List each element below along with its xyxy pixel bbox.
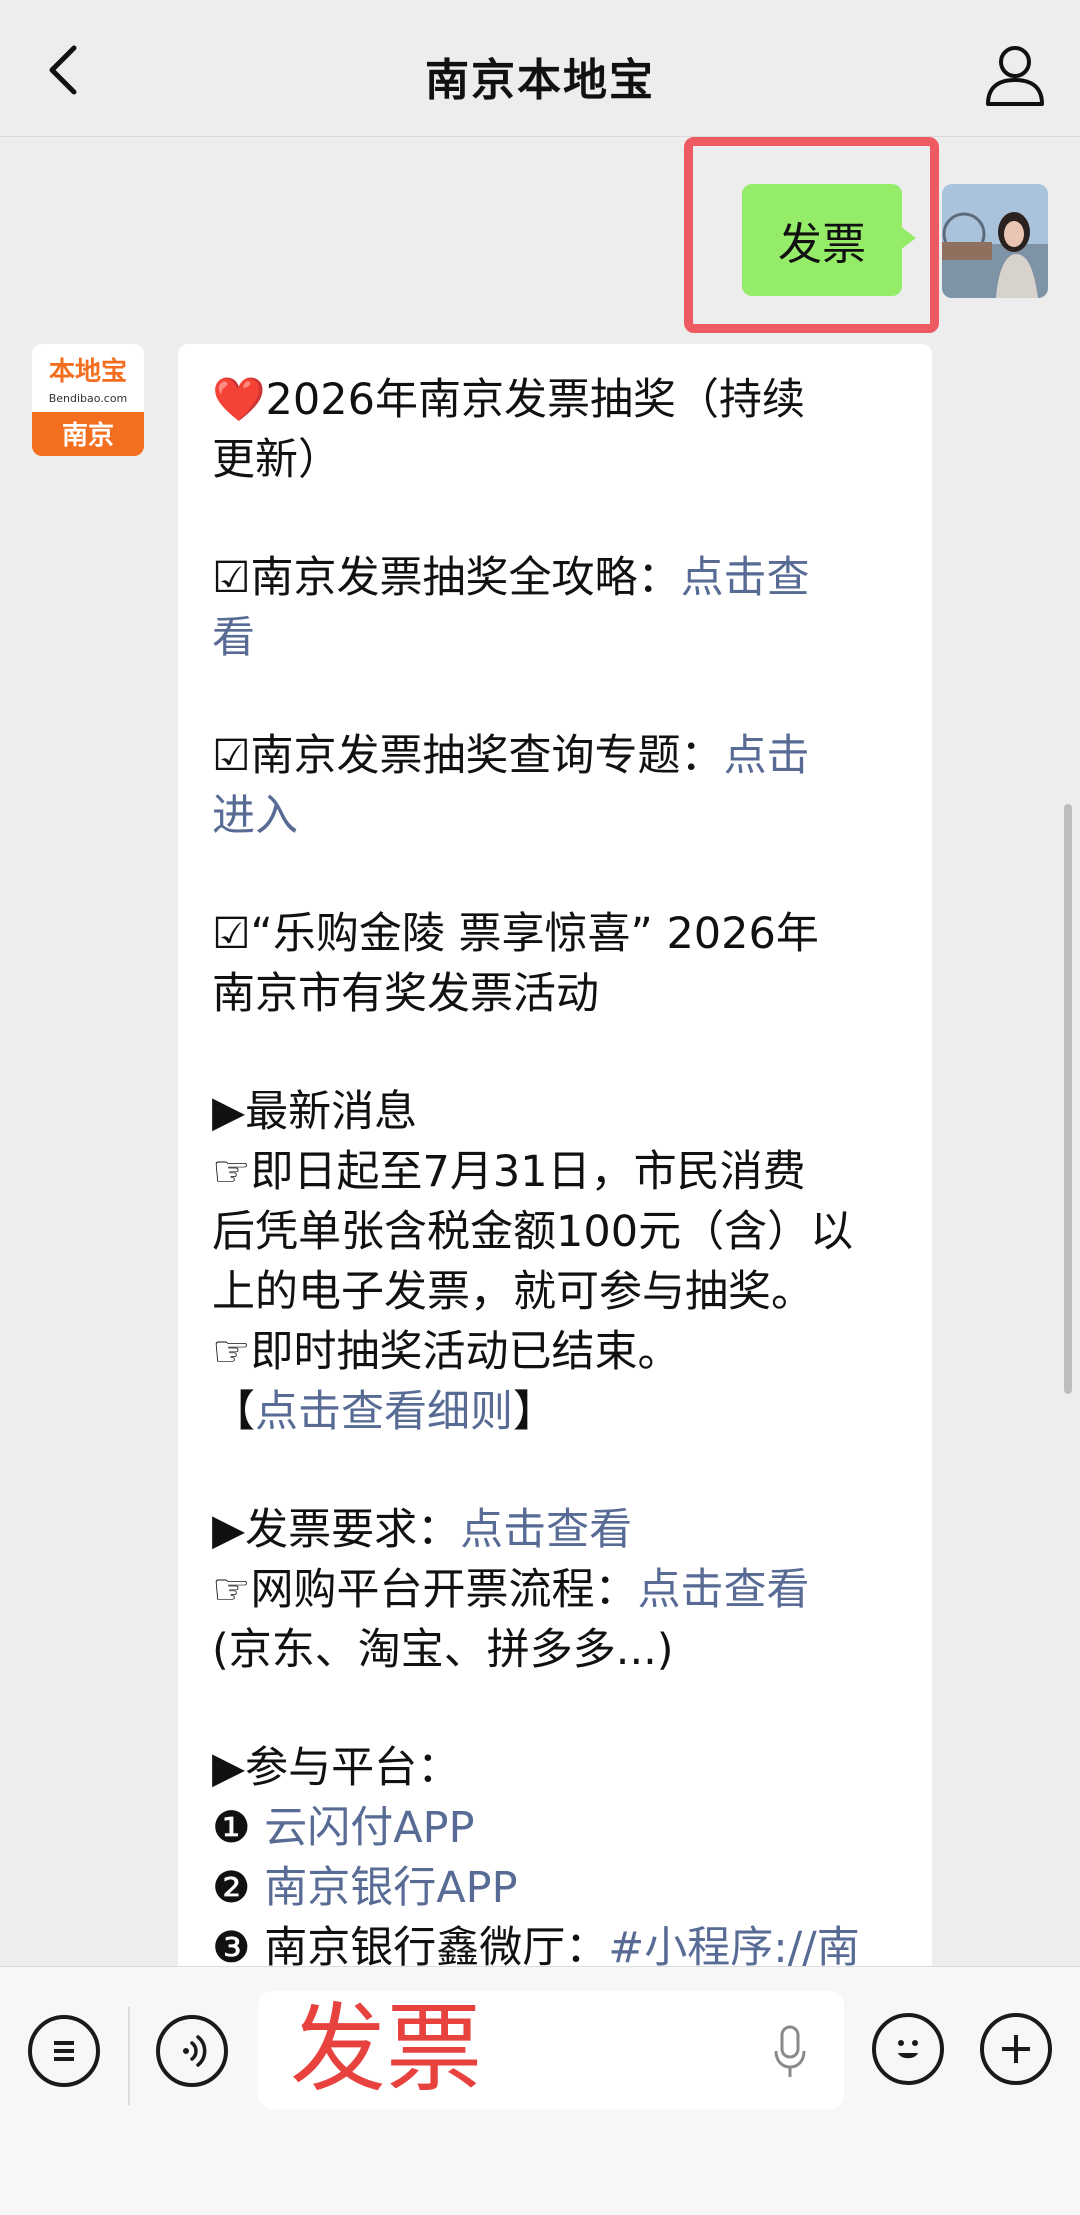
voice-button[interactable]: [156, 2015, 228, 2087]
msg-line: 后凭单张含税金额100元（含）以: [212, 1207, 854, 1257]
emoji-button[interactable]: [872, 2013, 944, 2085]
divider: [128, 2007, 130, 2105]
rules-link[interactable]: 点击查看细则: [255, 1387, 513, 1437]
plus-icon: [1002, 2035, 1030, 2063]
online-invoice-link[interactable]: 点击查看: [638, 1565, 810, 1615]
profile-icon[interactable]: [980, 40, 1050, 110]
requirements-link[interactable]: 点击查看: [460, 1505, 632, 1555]
top-bar: 南京本地宝: [0, 0, 1080, 137]
msg-line: ☑“乐购金陵 票享惊喜” 2026年: [212, 909, 819, 959]
svg-text:本地宝: 本地宝: [49, 356, 127, 387]
msg-line: 更新）: [212, 435, 341, 485]
msg-line: 上的电子发票，就可参与抽奖。: [212, 1267, 814, 1317]
smiley-icon: [898, 2040, 918, 2059]
heart-icon: ❤️: [212, 375, 266, 425]
msg-line: ❤️2026年南京发票抽奖（持续: [212, 375, 805, 425]
msg-line: (京东、淘宝、拼多多...): [212, 1625, 674, 1675]
plus-button[interactable]: [980, 2013, 1052, 2085]
msg-line: ☑南京发票抽奖查询专题：点击: [212, 731, 810, 781]
input-bar: 发票: [0, 1966, 1080, 2215]
msg-line: ▶发票要求：点击查看: [212, 1505, 633, 1555]
bank-app-link[interactable]: 南京银行APP: [264, 1863, 517, 1913]
user-avatar[interactable]: [942, 184, 1048, 298]
msg-line: 南京市有奖发票活动: [212, 969, 599, 1019]
query-link-cont[interactable]: 进入: [212, 786, 898, 846]
guide-link-cont[interactable]: 看: [212, 608, 898, 668]
msg-line: ▶最新消息: [212, 1087, 418, 1137]
msg-line: ☞网购平台开票流程：点击查看: [212, 1565, 810, 1615]
msg-line: ❶ 云闪付APP: [212, 1803, 475, 1853]
user-message-bubble[interactable]: 发票: [742, 184, 916, 296]
input-text: 发票: [290, 1993, 482, 2105]
svg-text:Bendibao.com: Bendibao.com: [49, 392, 128, 405]
msg-line: ❷ 南京银行APP: [212, 1863, 518, 1913]
microphone-icon[interactable]: [772, 2025, 808, 2081]
guide-link[interactable]: 点击查: [681, 553, 810, 603]
unionpay-link[interactable]: 云闪付APP: [264, 1803, 474, 1853]
query-link[interactable]: 点击: [724, 731, 810, 781]
msg-line: ☞即时抽奖活动已结束。: [212, 1327, 681, 1377]
msg-line: ☑南京发票抽奖全攻略：点击查: [212, 553, 810, 603]
voice-wave-icon: [183, 2035, 207, 2067]
menu-button[interactable]: [28, 2015, 100, 2087]
msg-line: ☞即日起至7月31日，市民消费: [212, 1147, 806, 1197]
msg-line: ▶参与平台：: [212, 1743, 461, 1793]
scrollbar[interactable]: [1064, 804, 1072, 1394]
list-menu-icon: [54, 2041, 74, 2061]
message-input[interactable]: 发票: [258, 1991, 844, 2109]
msg-line: 【点击查看细则】: [212, 1387, 556, 1437]
reply-message-bubble: ❤️2026年南京发票抽奖（持续 更新） ☑南京发票抽奖全攻略：点击查 看 ☑南…: [178, 344, 932, 1974]
svg-text:南京: 南京: [62, 420, 114, 451]
brand-avatar[interactable]: 本地宝 Bendibao.com 南京: [32, 344, 144, 456]
page-title: 南京本地宝: [425, 55, 655, 106]
